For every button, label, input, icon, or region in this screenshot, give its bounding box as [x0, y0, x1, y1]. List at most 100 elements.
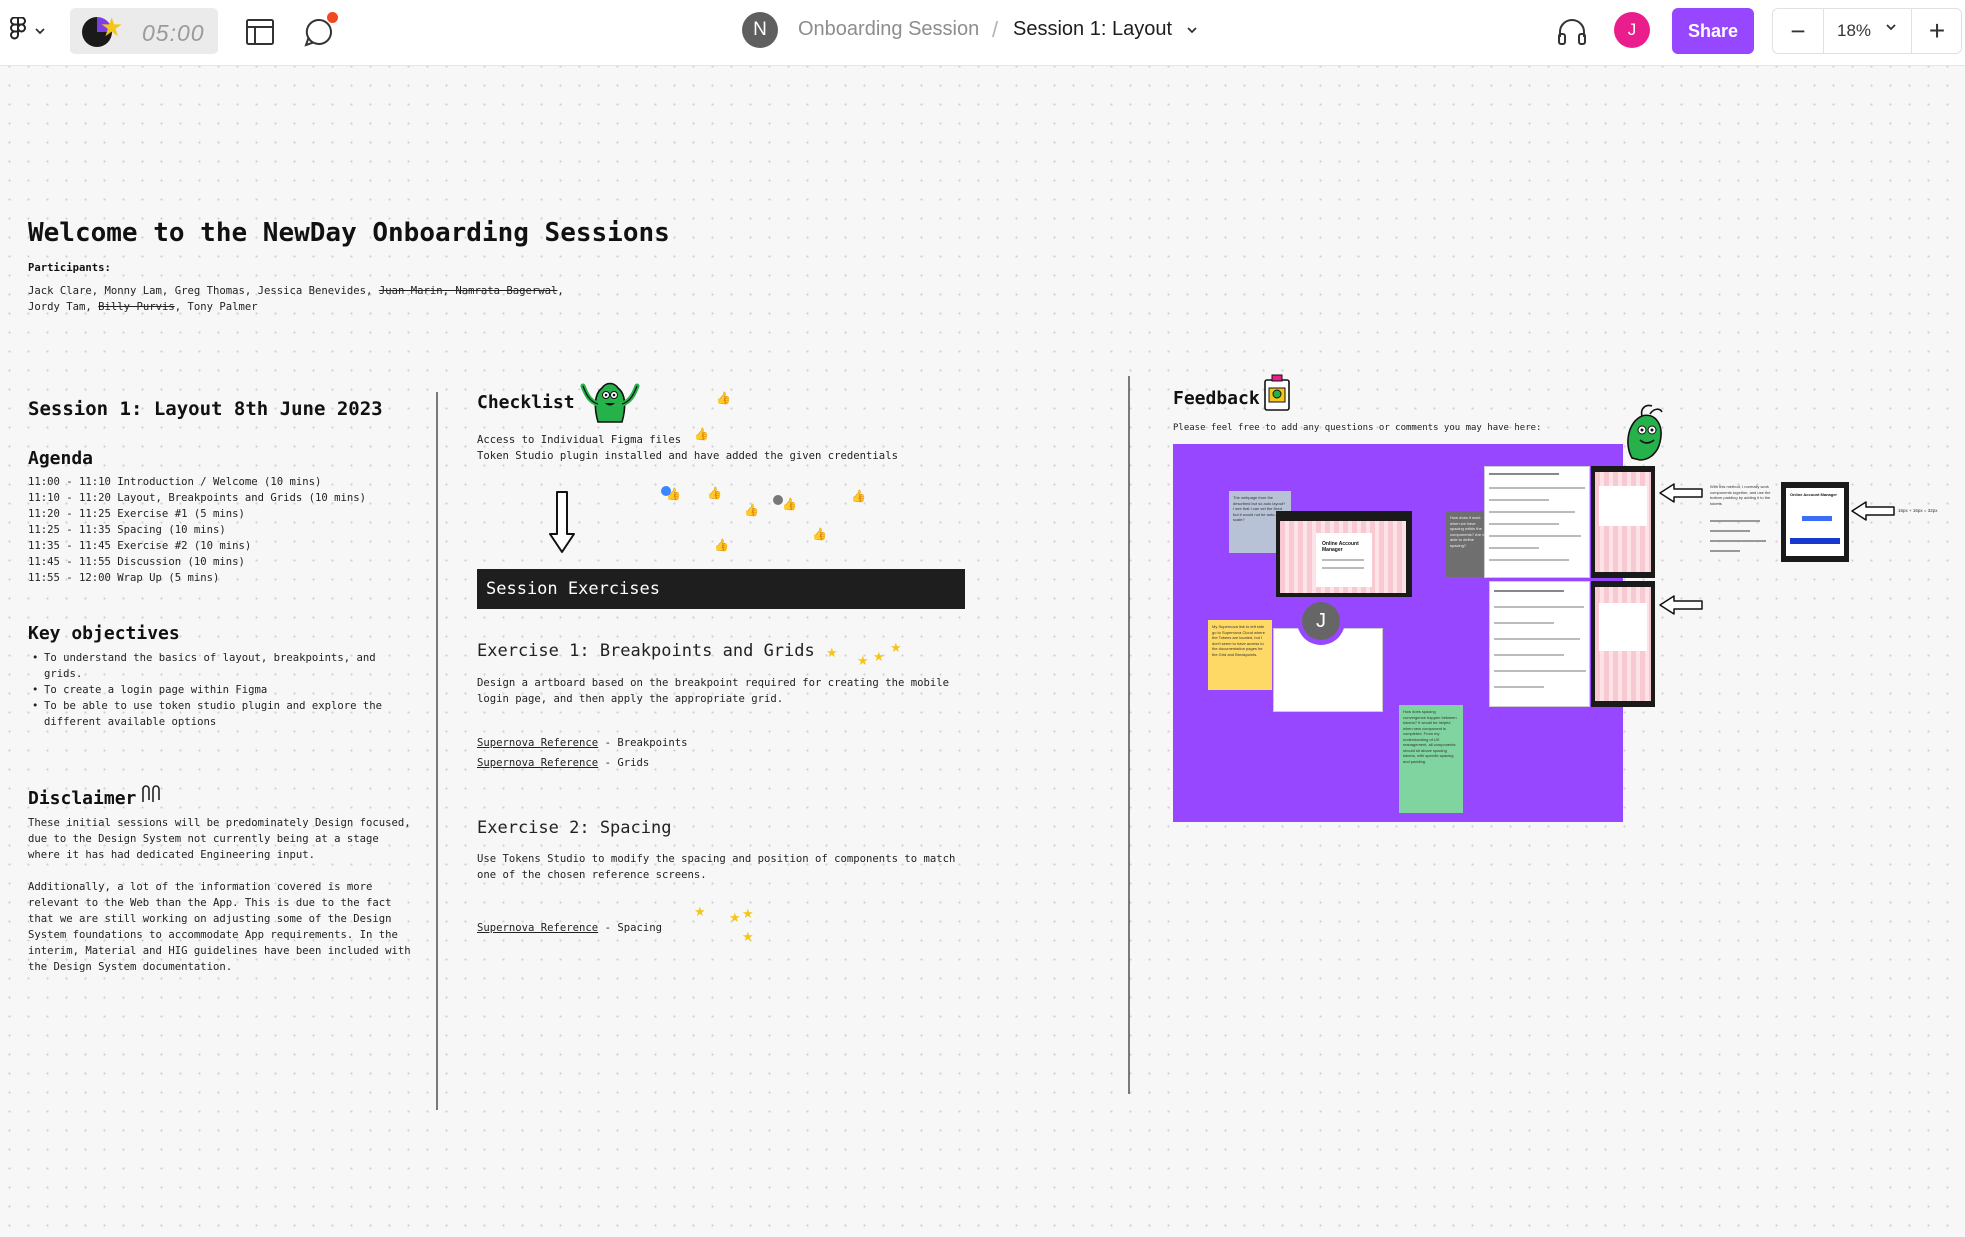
column-divider: [436, 392, 438, 1110]
agenda-item: 11:55 - 12:00 Wrap Up (5 mins): [28, 572, 220, 584]
feedback-board[interactable]: The webpage from the described but so au…: [1173, 444, 1655, 822]
sticky-note[interactable]: My Supernova link to left side go to Sup…: [1208, 620, 1272, 690]
exercise-1-description[interactable]: Design a artboard based on the breakpoin…: [477, 675, 949, 707]
zoom-in-button[interactable]: +: [1912, 9, 1962, 53]
disclaimer-paragraph-1[interactable]: These initial sessions will be predomina…: [28, 815, 411, 863]
screenshot-login-detail[interactable]: Online Account Manager: [1781, 482, 1849, 562]
thumbs-up-icon[interactable]: 👍: [694, 428, 709, 440]
disclaimer-heading[interactable]: Disclaimer: [28, 788, 136, 809]
monster-sticker-icon[interactable]: [580, 378, 640, 424]
star-icon[interactable]: ★: [742, 930, 754, 943]
timer-widget[interactable]: ★ 05:00: [70, 8, 218, 54]
breadcrumb-file[interactable]: Session 1: Layout: [1013, 18, 1172, 41]
thumbs-up-icon[interactable]: 👍: [714, 539, 729, 551]
list-item: To be able to use token studio plugin an…: [28, 698, 382, 730]
objectives-list[interactable]: To understand the basics of layout, brea…: [28, 650, 382, 730]
chevron-down-icon[interactable]: [1885, 21, 1897, 33]
layout-panel-button[interactable]: [244, 16, 276, 48]
checklist-heading[interactable]: Checklist: [477, 392, 575, 413]
agenda-item: 11:35 - 11:45 Exercise #2 (10 mins): [28, 540, 252, 552]
star-icon[interactable]: ★: [890, 641, 902, 654]
star-icon[interactable]: ★: [857, 654, 869, 667]
supernova-link[interactable]: Supernova Reference: [477, 922, 598, 934]
supernova-link[interactable]: Supernova Reference: [477, 737, 598, 749]
collaborator-avatar[interactable]: J: [1302, 602, 1340, 640]
session-exercises-bar[interactable]: Session Exercises: [477, 569, 965, 609]
participants-label[interactable]: Participants:: [28, 262, 111, 274]
thumbs-up-icon[interactable]: 👍: [707, 487, 722, 499]
exercise-2-description[interactable]: Use Tokens Studio to modify the spacing …: [477, 851, 955, 883]
page-title[interactable]: Welcome to the NewDay Onboarding Session…: [28, 218, 670, 248]
breadcrumb-project[interactable]: Onboarding Session: [798, 18, 979, 41]
zoom-out-button[interactable]: −: [1773, 9, 1823, 53]
cursor-avatar-icon: [773, 495, 783, 505]
screenshot-token-studio[interactable]: [1484, 466, 1590, 578]
thumbs-up-icon[interactable]: 👍: [782, 498, 797, 510]
zoom-level[interactable]: 18%: [1837, 21, 1871, 41]
participants-list[interactable]: Jack Clare, Monny Lam, Greg Thomas, Jess…: [28, 283, 564, 315]
side-note[interactable]: With this method, I normally work compon…: [1710, 484, 1772, 506]
mini-screen-title: Online Account Manager: [1322, 541, 1359, 553]
layout-panel-icon: [246, 19, 274, 45]
thumbs-up-icon[interactable]: 👍: [851, 490, 866, 502]
exercise-2-reference-spacing[interactable]: Supernova Reference - Spacing: [477, 920, 662, 936]
side-note-spacing[interactable]: 16px + 16px = 32px: [1898, 508, 1938, 513]
thumbs-up-icon[interactable]: 👍: [812, 528, 827, 540]
cursor-avatar-icon: [661, 486, 671, 496]
exercise-1-reference-breakpoints[interactable]: Supernova Reference - Breakpoints: [477, 735, 687, 751]
sticky-note[interactable]: How does spacing convergence happen betw…: [1399, 705, 1463, 813]
supernova-link[interactable]: Supernova Reference: [477, 757, 598, 769]
session-heading[interactable]: Session 1: Layout 8th June 2023: [28, 398, 383, 420]
main-menu-button[interactable]: [8, 16, 54, 46]
notification-dot: [327, 12, 338, 23]
checklist-item: Access to Individual Figma files: [477, 434, 682, 446]
mini-screen-title: Online Account Manager: [1790, 492, 1837, 497]
breadcrumb-separator: /: [992, 17, 999, 42]
monster-sticker-icon[interactable]: [1620, 402, 1668, 462]
exercise-1-title[interactable]: Exercise 1: Breakpoints and Grids: [477, 641, 815, 661]
arrow-left-icon: [1659, 483, 1703, 503]
file-menu-chevron-icon[interactable]: [1186, 24, 1198, 36]
screenshot-token-studio-2[interactable]: [1489, 581, 1590, 707]
star-icon[interactable]: ★: [694, 905, 706, 918]
paperclip-icon: [142, 785, 160, 802]
column-divider: [1128, 376, 1130, 1094]
objectives-heading[interactable]: Key objectives: [28, 623, 180, 644]
list-item: To understand the basics of layout, brea…: [28, 650, 382, 682]
audio-button[interactable]: [1556, 16, 1588, 48]
arrow-down-icon: [549, 491, 575, 553]
agenda-item: 11:45 - 11:55 Discussion (10 mins): [28, 556, 245, 568]
timer-readout: 05:00: [142, 20, 205, 46]
screenshot-login[interactable]: Online Account Manager: [1276, 511, 1412, 597]
exercise-1-reference-grids[interactable]: Supernova Reference - Grids: [477, 755, 649, 771]
agenda-list[interactable]: 11:00 - 11:10 Introduction / Welcome (10…: [28, 474, 366, 586]
feedback-heading[interactable]: Feedback: [1173, 388, 1260, 409]
star-icon[interactable]: ★: [826, 646, 838, 659]
agenda-item: 11:00 - 11:10 Introduction / Welcome (10…: [28, 476, 322, 488]
thumbs-up-icon[interactable]: 👍: [716, 392, 731, 404]
list-item: To create a login page within Figma: [28, 682, 382, 698]
feedback-prompt[interactable]: Please feel free to add any questions or…: [1173, 420, 1541, 436]
figma-menu-icon: [9, 17, 26, 40]
agenda-heading[interactable]: Agenda: [28, 448, 93, 469]
star-icon[interactable]: ★: [729, 911, 741, 924]
star-icon[interactable]: ★: [742, 907, 754, 920]
screenshot-mobile[interactable]: [1591, 466, 1655, 578]
checklist-item: Token Studio plugin installed and have a…: [477, 450, 898, 462]
thumbs-up-icon[interactable]: 👍: [744, 504, 759, 516]
screenshot-blank[interactable]: [1273, 628, 1383, 712]
team-avatar[interactable]: N: [742, 12, 778, 48]
id-badge-sticker-icon[interactable]: [1262, 374, 1292, 412]
star-icon[interactable]: ★: [873, 650, 885, 663]
arrow-left-icon: [1851, 501, 1895, 521]
toolbar: ★ 05:00 N Onboarding Session / Session 1…: [0, 0, 1965, 66]
zoom-control: − 18% +: [1772, 8, 1962, 54]
headphones-icon: [1558, 19, 1586, 45]
agenda-item: 11:25 - 11:35 Spacing (10 mins): [28, 524, 226, 536]
exercise-2-title[interactable]: Exercise 2: Spacing: [477, 818, 671, 838]
user-avatar[interactable]: J: [1614, 12, 1650, 48]
share-button[interactable]: Share: [1672, 8, 1754, 54]
disclaimer-paragraph-2[interactable]: Additionally, a lot of the information c…: [28, 879, 411, 975]
screenshot-mobile-2[interactable]: [1591, 581, 1655, 707]
checklist[interactable]: Access to Individual Figma files Token S…: [477, 432, 898, 464]
